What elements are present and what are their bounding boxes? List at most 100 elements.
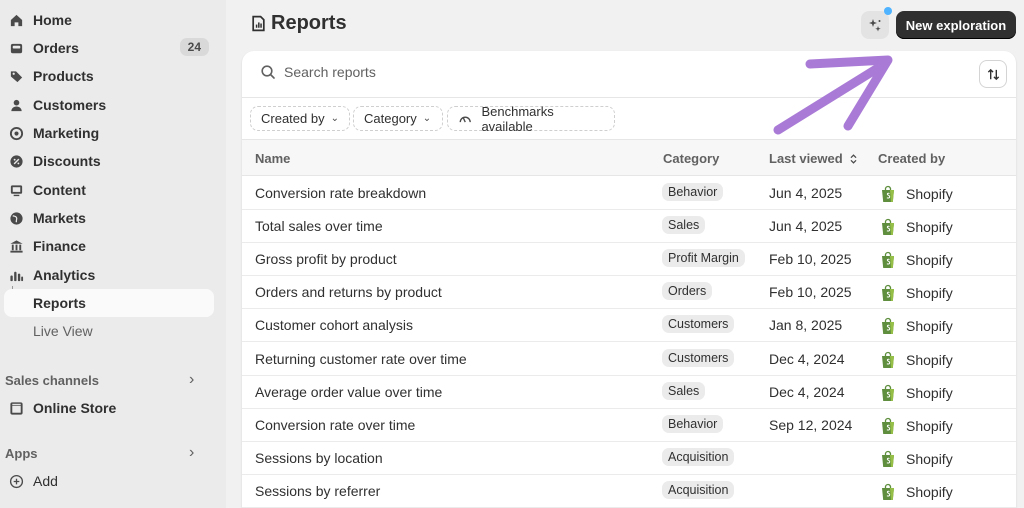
creator-name: Shopify — [906, 417, 953, 434]
page-title: Reports — [250, 12, 347, 35]
sidebar-item-reports[interactable]: Reports — [4, 289, 214, 317]
report-name[interactable]: Orders and returns by product — [255, 284, 442, 300]
creator-name: Shopify — [906, 318, 953, 335]
sort-button[interactable] — [979, 60, 1007, 88]
sidebar-item-customers[interactable]: Customers — [4, 91, 214, 119]
report-name[interactable]: Gross profit by product — [255, 251, 397, 267]
report-name[interactable]: Total sales over time — [255, 218, 383, 234]
annotation-arrow — [773, 55, 893, 135]
sidebar: Home Orders 24 Products Customers Market… — [0, 0, 226, 508]
shopify-bag-icon — [882, 185, 894, 202]
last-viewed-date: Sep 12, 2024 — [769, 416, 853, 433]
person-icon — [8, 97, 24, 113]
new-exploration-button[interactable]: New exploration — [896, 11, 1016, 39]
sidebar-item-products[interactable]: Products — [4, 62, 214, 90]
category-badge: Behavior — [662, 183, 724, 201]
table-row[interactable]: Gross profit by product Profit Margin Feb … — [242, 243, 1016, 277]
sidebar-item-content[interactable]: Content — [4, 176, 214, 204]
category-badge: Profit Margin — [662, 249, 745, 268]
created-by: Shopify — [880, 384, 953, 402]
shopify-bag-icon — [882, 318, 894, 335]
benchmarks-filter[interactable]: Benchmarks available — [447, 104, 615, 134]
sales-channels-heading[interactable]: Sales channels — [5, 373, 99, 388]
sidebar-item-discounts[interactable]: Discounts — [4, 147, 214, 175]
column-header-label: Last viewed — [769, 151, 843, 166]
page-title-text: Reports — [271, 12, 347, 34]
sidebar-item-markets[interactable]: Markets — [4, 204, 214, 232]
chevron-down-icon: ⌄ — [330, 113, 339, 124]
sidebar-item-analytics[interactable]: Analytics — [4, 261, 214, 289]
apps-heading[interactable]: Apps — [5, 446, 38, 461]
table-row[interactable]: Conversion rate over time Behavior Sep 12,… — [242, 409, 1016, 442]
search-input[interactable]: Search reports — [260, 64, 376, 80]
report-name[interactable]: Returning customer rate over time — [255, 351, 467, 367]
table-row[interactable]: Conversion rate breakdown Behavior Jun 4, … — [242, 177, 1016, 210]
created-by: Shopify — [880, 185, 953, 203]
orders-count-badge: 24 — [179, 38, 209, 56]
shopify-bag-icon — [882, 483, 894, 500]
report-name[interactable]: Average order value over time — [255, 384, 442, 400]
chevron-right-icon[interactable]: › — [189, 371, 194, 389]
storefront-icon — [8, 400, 24, 416]
last-viewed-date: Dec 4, 2024 — [769, 350, 845, 367]
notification-dot — [884, 7, 892, 15]
last-viewed-date: Feb 10, 2025 — [769, 284, 852, 301]
last-viewed-date: Dec 4, 2024 — [769, 383, 845, 400]
sidebar-item-label: Home — [33, 12, 72, 28]
column-header-name[interactable]: Name — [255, 151, 290, 166]
created-by-filter[interactable]: Created by ⌄ — [250, 106, 350, 131]
sidebar-item-label: Content — [33, 182, 86, 198]
created-by: Shopify — [880, 351, 953, 369]
shopify-bag-icon — [882, 450, 894, 467]
category-badge: Customers — [662, 315, 735, 334]
discount-icon — [8, 153, 24, 169]
gauge-icon — [459, 116, 471, 123]
sidebar-item-home[interactable]: Home — [4, 6, 214, 34]
last-viewed-date: Feb 10, 2025 — [769, 251, 852, 268]
table-row[interactable]: Orders and returns by product Orders Feb 1… — [242, 276, 1016, 310]
report-name[interactable]: Conversion rate over time — [255, 417, 415, 433]
table-row[interactable]: Sessions by referrer Acquisition Shopify — [242, 475, 1016, 508]
report-name[interactable]: Sessions by referrer — [255, 483, 380, 499]
shopify-bag-icon — [882, 384, 894, 401]
sidebar-item-finance[interactable]: Finance — [4, 232, 214, 260]
sidebar-item-marketing[interactable]: Marketing — [4, 119, 214, 147]
column-header-created-by[interactable]: Created by — [878, 151, 945, 166]
sidekick-button[interactable] — [861, 11, 889, 39]
table-row[interactable]: Sessions by location Acquisition Shopify — [242, 442, 1016, 475]
sidebar-item-label: Add — [33, 473, 58, 489]
report-icon — [252, 15, 265, 32]
sidebar-item-label: Marketing — [33, 125, 100, 141]
sidebar-item-label: Finance — [33, 238, 86, 254]
created-by: Shopify — [880, 317, 953, 335]
search-placeholder: Search reports — [284, 64, 376, 80]
table-row[interactable]: Returning customer rate over time Custome… — [242, 343, 1016, 376]
chevron-right-icon[interactable]: › — [189, 444, 194, 462]
creator-name: Shopify — [906, 450, 953, 467]
created-by: Shopify — [880, 251, 953, 269]
category-filter[interactable]: Category ⌄ — [353, 106, 443, 131]
last-viewed-date: Jun 4, 2025 — [769, 185, 843, 201]
home-icon — [8, 12, 24, 28]
report-name[interactable]: Conversion rate breakdown — [255, 185, 426, 201]
column-header-last-viewed[interactable]: Last viewed — [769, 151, 858, 166]
sidebar-item-live-view[interactable]: Live View — [4, 317, 214, 345]
table-row[interactable]: Average order value over time Sales Dec 4,… — [242, 376, 1016, 409]
created-by: Shopify — [880, 417, 953, 435]
search-icon — [261, 65, 275, 79]
bar-chart-icon — [8, 267, 24, 283]
category-badge: Sales — [662, 381, 706, 400]
sidebar-item-orders[interactable]: Orders 24 — [4, 34, 214, 62]
creator-name: Shopify — [906, 483, 953, 500]
sidebar-item-online-store[interactable]: Online Store — [4, 394, 214, 422]
table-row[interactable]: Total sales over time Sales Jun 4, 2025 Sho… — [242, 210, 1016, 244]
sidebar-item-add-app[interactable]: Add — [4, 467, 214, 495]
sparkle-icon — [869, 19, 881, 32]
column-header-category[interactable]: Category — [663, 151, 719, 166]
report-name[interactable]: Customer cohort analysis — [255, 317, 413, 333]
table-row[interactable]: Customer cohort analysis Customers Jan 8, … — [242, 309, 1016, 343]
report-name[interactable]: Sessions by location — [255, 450, 383, 466]
last-viewed-date: Jun 4, 2025 — [769, 218, 843, 235]
sort-arrows-icon — [987, 68, 999, 80]
creator-name: Shopify — [906, 351, 953, 368]
